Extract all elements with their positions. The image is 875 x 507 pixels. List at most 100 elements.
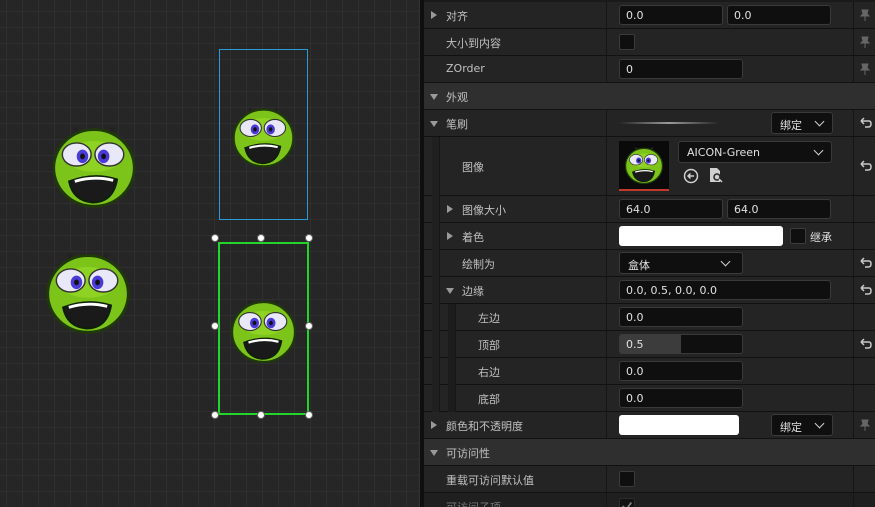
resize-handle-top[interactable] (257, 234, 265, 242)
draw-as-dropdown[interactable]: 盒体 (619, 252, 743, 274)
row-brush: 笔刷 绑定 (424, 110, 875, 137)
chevron-down-icon (814, 418, 825, 429)
green-face-icon (40, 242, 136, 342)
color-opacity-bind-button[interactable]: 绑定 (771, 414, 833, 436)
zorder-input[interactable]: 0 (619, 59, 743, 79)
margin-top-value: 0.5 (626, 338, 644, 351)
browse-asset-icon[interactable] (707, 167, 723, 183)
margin-bottom-input[interactable]: 0.0 (619, 388, 743, 408)
image-widget-2[interactable] (40, 242, 136, 342)
resize-handle-bottom-right[interactable] (305, 411, 313, 419)
row-color-opacity: 颜色和不透明度 绑定 (424, 412, 875, 439)
reset-arrow-icon[interactable] (858, 256, 872, 270)
draw-as-label: 绘制为 (462, 258, 495, 271)
expand-image-size-icon[interactable] (447, 205, 453, 213)
margin-top-slider[interactable]: 0.5 (619, 334, 743, 354)
size-to-content-checkbox[interactable] (619, 34, 635, 50)
row-margin-left: 左边 0.0 (424, 304, 875, 331)
appearance-label: 外观 (446, 91, 468, 104)
brush-label: 笔刷 (446, 118, 468, 131)
draw-as-value: 盒体 (628, 259, 650, 272)
row-accessible-children: 可访问子项 (424, 493, 875, 507)
checkmark-icon (622, 501, 633, 507)
override-accessible-checkbox[interactable] (619, 471, 635, 487)
margin-label: 边缘 (462, 285, 484, 298)
row-tint: 着色 继承 (424, 223, 875, 250)
row-image-size: 图像大小 64.0 64.0 (424, 196, 875, 223)
image-widget-1[interactable] (46, 116, 142, 216)
resize-handle-top-right[interactable] (305, 234, 313, 242)
resize-handle-bottom[interactable] (257, 411, 265, 419)
chevron-down-icon (813, 145, 824, 156)
row-margin-right: 右边 0.0 (424, 358, 875, 385)
brush-bind-label: 绑定 (780, 119, 802, 132)
reset-arrow-icon[interactable] (858, 159, 872, 173)
row-draw-as: 绘制为 盒体 (424, 250, 875, 277)
designer-canvas[interactable] (0, 0, 419, 507)
collapse-appearance-icon[interactable] (430, 94, 438, 100)
section-appearance[interactable]: 外观 (424, 83, 875, 110)
row-margin: 边缘 0.0, 0.5, 0.0, 0.0 (424, 277, 875, 304)
pin-icon[interactable] (858, 8, 872, 22)
color-opacity-bind-label: 绑定 (780, 421, 802, 434)
pin-icon[interactable] (858, 35, 872, 49)
margin-top-label: 顶部 (478, 339, 500, 352)
accessible-children-checkbox[interactable] (619, 498, 635, 507)
tint-label: 着色 (462, 231, 484, 244)
image-size-y-input[interactable]: 64.0 (727, 199, 831, 219)
override-accessible-label: 重载可访问默认值 (446, 474, 534, 487)
chevron-down-icon (720, 256, 731, 267)
align-x-input[interactable]: 0.0 (619, 5, 723, 25)
resize-handle-bottom-left[interactable] (211, 411, 219, 419)
reset-arrow-icon[interactable] (858, 337, 872, 351)
image-size-label: 图像大小 (462, 204, 506, 217)
chevron-down-icon (814, 116, 825, 127)
reset-arrow-icon[interactable] (858, 116, 872, 130)
collapse-accessibility-icon[interactable] (430, 450, 438, 456)
collapse-brush-icon[interactable] (430, 121, 438, 127)
zorder-label: ZOrder (446, 62, 485, 75)
tint-color-swatch[interactable] (619, 226, 783, 246)
margin-left-label: 左边 (478, 312, 500, 325)
expand-align-icon[interactable] (431, 11, 437, 19)
align-label: 对齐 (446, 10, 468, 23)
image-size-x-input[interactable]: 64.0 (619, 199, 723, 219)
reset-arrow-icon[interactable] (858, 283, 872, 297)
row-margin-bottom: 底部 0.0 (424, 385, 875, 412)
image-asset-dropdown[interactable]: AICON-Green (678, 141, 832, 163)
expand-tint-icon[interactable] (447, 232, 453, 240)
row-image: 图像 AICON-Green (424, 137, 875, 196)
section-accessibility[interactable]: 可访问性 (424, 439, 875, 466)
collapse-margin-icon[interactable] (446, 288, 454, 294)
image-thumbnail[interactable] (619, 141, 669, 191)
margin-right-input[interactable]: 0.0 (619, 361, 743, 381)
image-widget-selected[interactable] (218, 242, 309, 415)
green-face-icon (220, 50, 307, 219)
margin-left-input[interactable]: 0.0 (619, 307, 743, 327)
color-opacity-swatch[interactable] (619, 415, 739, 435)
row-zorder: ZOrder 0 (424, 56, 875, 83)
pin-icon[interactable] (858, 418, 872, 432)
size-to-content-label: 大小到内容 (446, 37, 501, 50)
image-asset-name: AICON-Green (687, 146, 761, 159)
image-label: 图像 (462, 161, 484, 174)
tint-inherit-checkbox[interactable] (790, 228, 806, 244)
margin-summary-input[interactable]: 0.0, 0.5, 0.0, 0.0 (619, 280, 831, 300)
color-opacity-label: 颜色和不透明度 (446, 420, 523, 433)
brush-bind-button[interactable]: 绑定 (771, 112, 833, 134)
details-panel: 对齐 0.0 0.0 大小到内容 ZOrder 0 外观 笔刷 绑定 图像 AI… (424, 0, 875, 507)
margin-bottom-label: 底部 (478, 393, 500, 406)
tint-inherit-label: 继承 (810, 231, 832, 244)
use-selected-asset-icon[interactable] (683, 168, 699, 184)
row-override-accessible: 重载可访问默认值 (424, 466, 875, 493)
pin-icon[interactable] (858, 62, 872, 76)
image-widget-3[interactable] (219, 49, 308, 220)
green-face-icon (220, 244, 307, 413)
expand-color-opacity-icon[interactable] (431, 421, 437, 429)
accessible-children-label: 可访问子项 (446, 499, 501, 507)
green-face-icon (621, 143, 667, 187)
resize-handle-left[interactable] (211, 322, 219, 330)
resize-handle-right[interactable] (305, 322, 313, 330)
align-y-input[interactable]: 0.0 (727, 5, 831, 25)
resize-handle-top-left[interactable] (211, 234, 219, 242)
